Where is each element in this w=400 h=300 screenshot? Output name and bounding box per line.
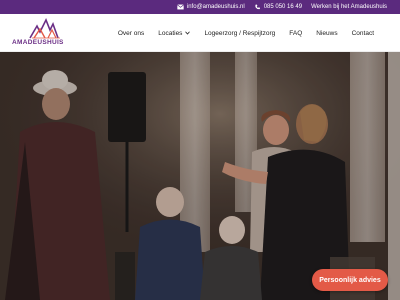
nav-item-locaties[interactable]: Locaties bbox=[158, 29, 191, 37]
nav-menu: Over ons Locaties Logeerzorg / Respijtzo… bbox=[118, 14, 374, 52]
nav-item-label: Nieuws bbox=[316, 29, 338, 37]
nav-item-label: Logeerzorg / Respijtzorg bbox=[204, 29, 276, 37]
email-link[interactable]: info@amadeushuis.nl bbox=[177, 4, 245, 10]
nav-item-label: Over ons bbox=[117, 29, 145, 37]
nav-item-contact[interactable]: Contact bbox=[352, 30, 374, 37]
envelope-icon bbox=[177, 4, 184, 10]
brand-logo[interactable]: AMADEUSHUIS bbox=[12, 18, 76, 50]
nav-item-label: Contact bbox=[351, 29, 374, 37]
phone-icon bbox=[255, 4, 260, 10]
phone-link[interactable]: 085 050 16 49 bbox=[254, 4, 302, 10]
phone-text: 085 050 16 49 bbox=[263, 4, 303, 10]
nav-item-over-ons[interactable]: Over ons bbox=[118, 30, 144, 37]
nav-item-label: Locaties bbox=[158, 29, 183, 37]
logo-wordmark: AMADEUSHUIS bbox=[12, 39, 64, 46]
hero-photo bbox=[0, 52, 400, 300]
nav-item-label: FAQ bbox=[289, 29, 303, 37]
logo-mark-icon bbox=[29, 18, 60, 39]
chevron-down-icon bbox=[185, 31, 191, 35]
nav-item-logeerzorg[interactable]: Logeerzorg / Respijtzorg bbox=[204, 30, 275, 37]
nav-item-nieuws[interactable]: Nieuws bbox=[316, 30, 337, 37]
nav-item-faq[interactable]: FAQ bbox=[289, 30, 302, 37]
jobs-link-text: Werken bij het Amadeushuis bbox=[311, 4, 387, 10]
email-text: info@amadeushuis.nl bbox=[186, 4, 245, 10]
hero-scene bbox=[0, 52, 400, 300]
jobs-link[interactable]: Werken bij het Amadeushuis bbox=[311, 4, 387, 10]
personal-advice-button[interactable]: Persoonlijk advies bbox=[312, 269, 388, 291]
main-navbar: AMADEUSHUIS Over ons Locaties Logeerzorg… bbox=[0, 14, 400, 52]
top-utility-bar: info@amadeushuis.nl 085 050 16 49 Werken… bbox=[0, 0, 400, 14]
